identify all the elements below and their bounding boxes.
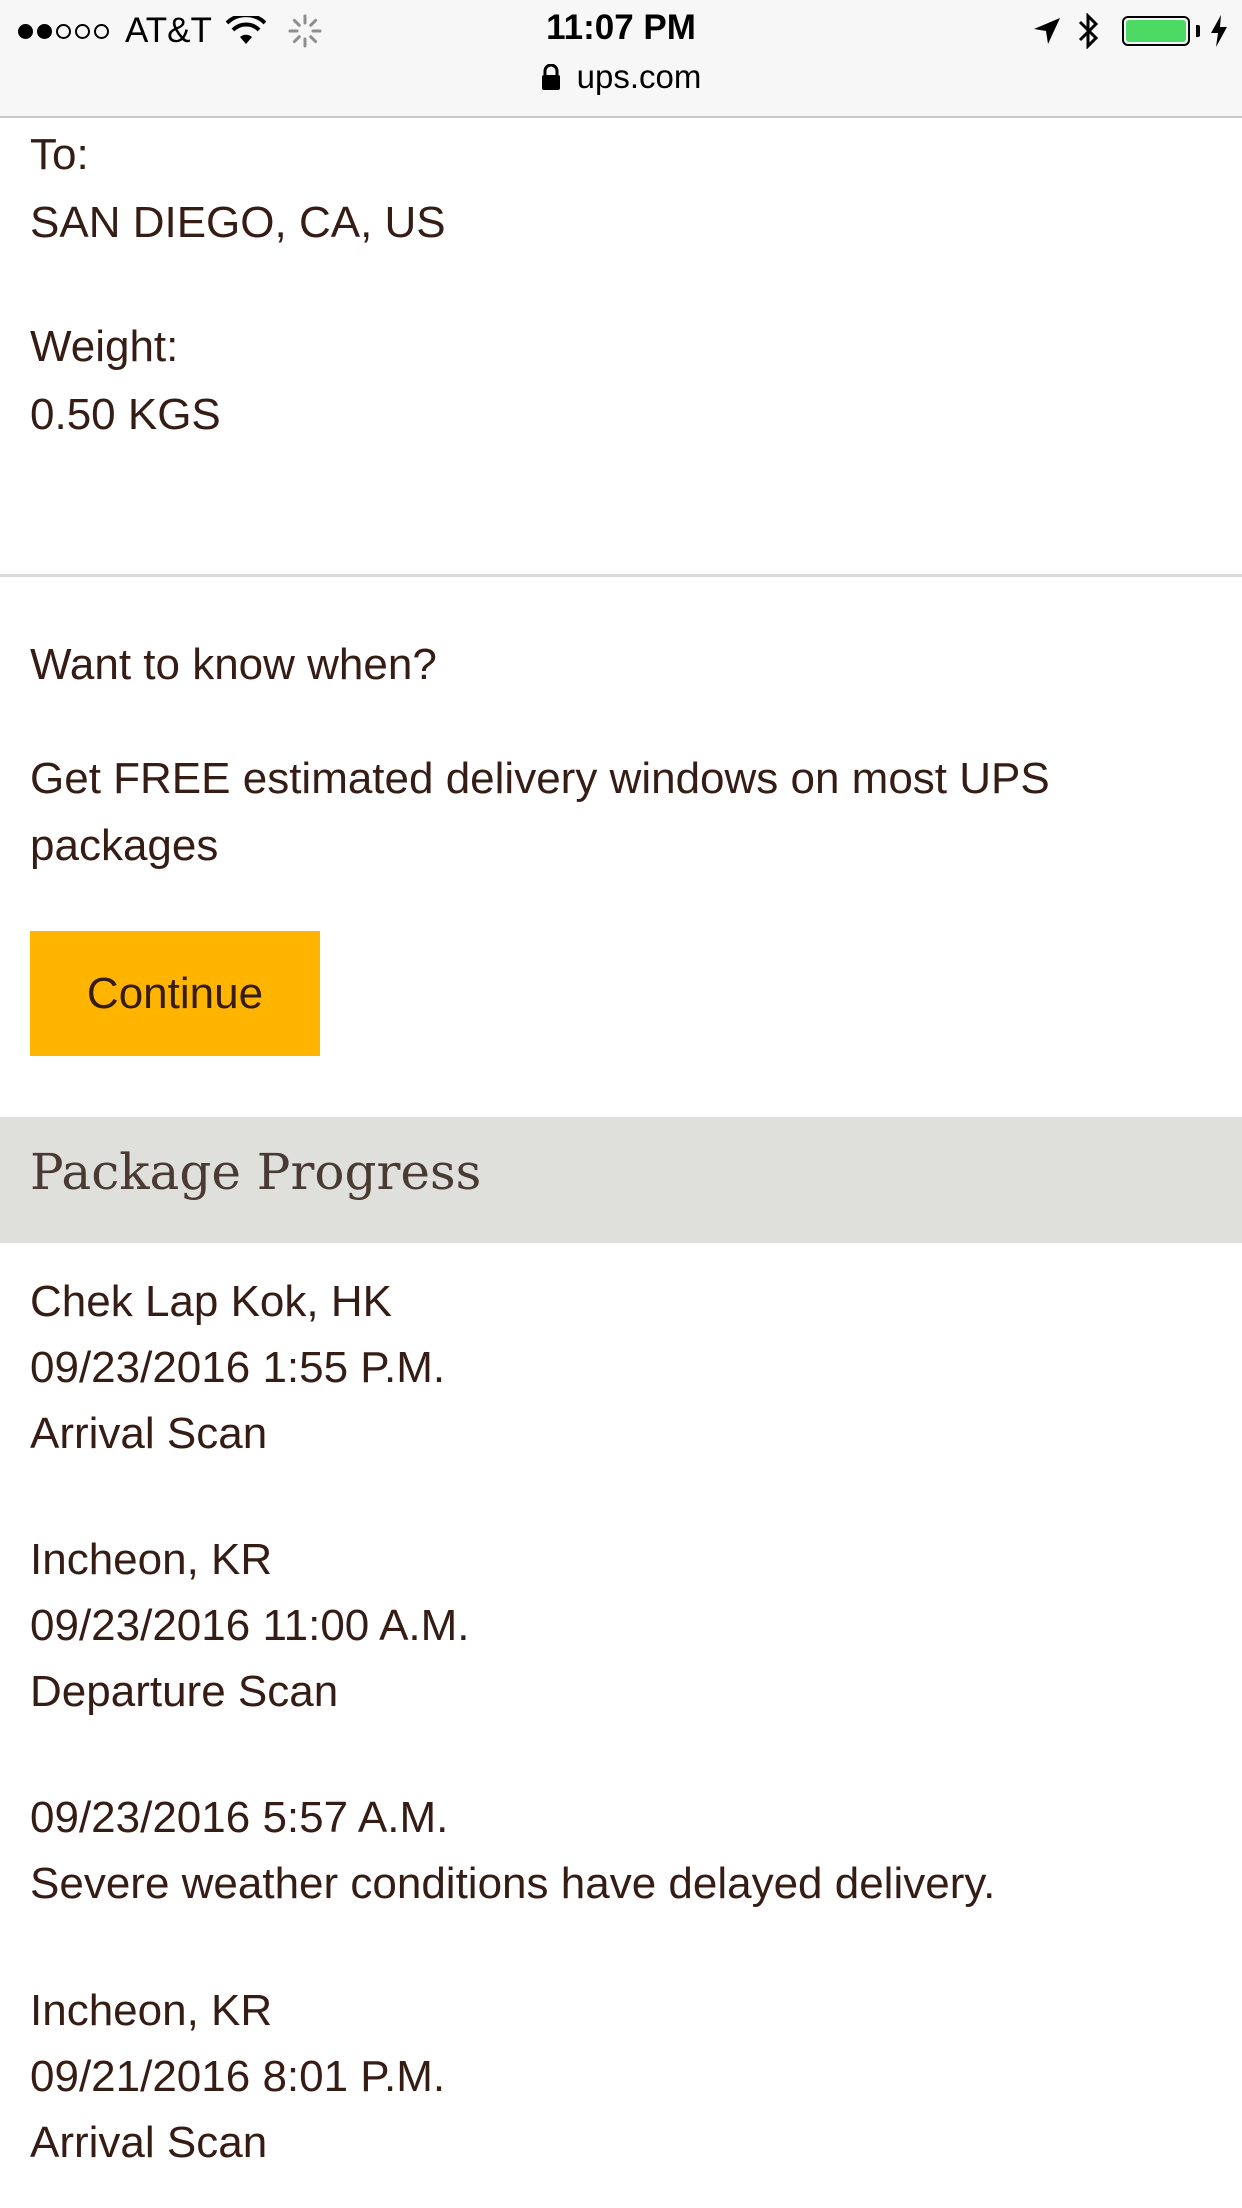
activity-datetime: 09/23/2016 11:00 A.M. <box>30 1601 470 1650</box>
activity-item: Chek Lap Kok, HK 09/23/2016 1:55 P.M. Ar… <box>30 1269 445 1467</box>
activity-location: Chek Lap Kok, HK <box>30 1277 392 1326</box>
battery-icon <box>1122 16 1190 46</box>
url-text[interactable]: ups.com <box>577 58 702 96</box>
activity-item: Incheon, KR 09/23/2016 11:00 A.M. Depart… <box>30 1527 470 1725</box>
weight-label: Weight: <box>30 322 179 371</box>
battery-level <box>1126 20 1186 42</box>
lock-icon <box>541 64 560 90</box>
activity-datetime: 09/21/2016 8:01 P.M. <box>30 2052 446 2101</box>
continue-button[interactable]: Continue <box>30 931 320 1056</box>
activity-item: Incheon, KR 09/21/2016 8:01 P.M. Arrival… <box>30 1978 445 2176</box>
activity-status: Arrival Scan <box>30 2118 268 2167</box>
activity-status: Departure Scan <box>30 1667 339 1716</box>
battery-tip <box>1196 25 1200 37</box>
charging-bolt-icon <box>1211 15 1227 47</box>
activity-status: Arrival Scan <box>30 1409 268 1458</box>
activity-location: Incheon, KR <box>30 1535 273 1584</box>
package-progress-title: Package Progress <box>30 1143 482 1201</box>
to-value: SAN DIEGO, CA, US <box>30 198 446 247</box>
activity-status: Severe weather conditions have delayed d… <box>30 1859 996 1908</box>
package-progress-header: Package Progress <box>0 1117 1242 1243</box>
to-label: To: <box>30 130 89 179</box>
cta-text: Get FREE estimated delivery windows on m… <box>30 754 1050 870</box>
activity-location: Incheon, KR <box>30 1986 273 2035</box>
activity-datetime: 09/23/2016 5:57 A.M. <box>30 1793 449 1842</box>
cta-title: Want to know when? <box>30 640 437 689</box>
activity-datetime: 09/23/2016 1:55 P.M. <box>30 1343 446 1392</box>
weight-value: 0.50 KGS <box>30 390 221 439</box>
status-bar: AT&T 11:07 PM ups.com <box>0 0 1242 118</box>
section-divider <box>0 574 1242 577</box>
status-right <box>1032 10 1228 52</box>
bluetooth-icon <box>1078 13 1099 49</box>
address-bar[interactable]: ups.com <box>0 58 1242 96</box>
activity-item: 09/23/2016 5:57 A.M. Severe weather cond… <box>30 1785 995 1917</box>
location-arrow-icon <box>1034 18 1060 44</box>
